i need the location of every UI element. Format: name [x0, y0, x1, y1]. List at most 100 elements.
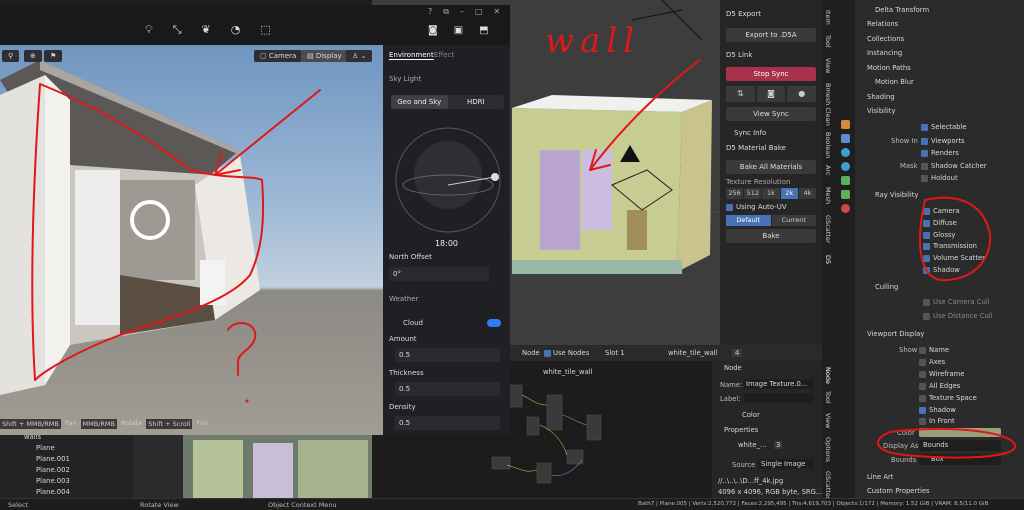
material-users[interactable]: 4	[732, 349, 743, 357]
all-edges-checkbox[interactable]	[919, 383, 926, 390]
arrows-icon[interactable]: ⇅	[726, 86, 755, 102]
node-menu[interactable]: Node	[522, 349, 540, 357]
bake-button[interactable]: Bake	[726, 229, 816, 243]
particles-icon[interactable]	[841, 148, 850, 157]
delta-transform-panel[interactable]: Delta Transform	[875, 6, 929, 14]
tab-mesh[interactable]: Mesh	[824, 187, 832, 204]
minimize-icon[interactable]: –	[460, 7, 464, 17]
selectable-checkbox[interactable]	[921, 124, 928, 131]
physics-icon[interactable]	[841, 162, 850, 171]
wireframe-checkbox[interactable]	[919, 371, 926, 378]
time-icon[interactable]: ◔	[231, 23, 241, 37]
bake-all-button[interactable]: Bake All Materials	[726, 160, 816, 174]
d5-export-header[interactable]: D5 Export	[726, 10, 761, 18]
res-256[interactable]: 256	[726, 188, 744, 199]
auto-uv-checkbox[interactable]	[726, 204, 733, 211]
tab-bmesh-clean[interactable]: Bmesh Clean	[824, 83, 832, 126]
geo-and-sky-option[interactable]: Geo and Sky	[391, 95, 448, 109]
material-bake-header[interactable]: D5 Material Bake	[726, 144, 786, 152]
display-button[interactable]: ▤ Display	[301, 50, 348, 62]
tab-gscatter[interactable]: GScatter	[824, 215, 832, 244]
renders-checkbox[interactable]	[921, 150, 928, 157]
tab-boolean[interactable]: Boolean	[824, 132, 832, 158]
sun-dial[interactable]	[393, 125, 503, 235]
nav-icon[interactable]: ⚲	[2, 50, 20, 62]
sync-info-toggle[interactable]: Sync Info	[734, 129, 766, 137]
bounds-dropdown[interactable]: Box	[919, 454, 1001, 465]
tab-environment[interactable]: Environment	[389, 51, 434, 60]
axes-checkbox[interactable]	[919, 359, 926, 366]
path-icon[interactable]: ⤡	[173, 23, 182, 37]
sky-light-header[interactable]: Sky Light	[389, 75, 421, 83]
display-as-dropdown[interactable]: Bounds	[919, 440, 1001, 451]
restore-icon[interactable]: ⧉	[443, 7, 449, 17]
data-icon[interactable]	[841, 190, 850, 199]
tab-d5[interactable]: D5	[824, 255, 832, 264]
amount-input[interactable]: 0.5	[395, 348, 500, 362]
d5-link-header[interactable]: D5 Link	[726, 51, 752, 59]
cloud-toggle[interactable]	[487, 319, 501, 327]
current-option[interactable]: Current	[771, 215, 816, 226]
name-checkbox[interactable]	[919, 347, 926, 354]
volume-scatter-checkbox[interactable]	[923, 255, 930, 262]
camera-button[interactable]: ▢ Camera	[254, 50, 303, 62]
vd-shadow-checkbox[interactable]	[919, 407, 926, 414]
weather-header[interactable]: Weather	[389, 295, 418, 303]
line-art-panel[interactable]: Line Art	[867, 473, 893, 481]
material-icon[interactable]	[841, 204, 850, 213]
hdri-option[interactable]: HDRI	[448, 95, 505, 109]
res-1k[interactable]: 1k	[762, 188, 780, 199]
visibility-panel[interactable]: Visibility	[867, 107, 896, 115]
camera-icon[interactable]: ◙	[756, 86, 786, 102]
maximize-icon[interactable]: □	[475, 7, 483, 17]
modifier-icon[interactable]	[841, 134, 850, 143]
outliner-plane-004[interactable]: Plane.004	[36, 488, 70, 496]
in-front-checkbox[interactable]	[919, 418, 926, 425]
stop-sync-button[interactable]: Stop Sync	[726, 67, 816, 81]
export-d5a-button[interactable]: Export to .D5A	[726, 28, 816, 42]
use-nodes-checkbox[interactable]	[544, 350, 551, 357]
shadow-ray-checkbox[interactable]	[923, 267, 930, 274]
tab-view[interactable]: View	[824, 58, 832, 73]
tab-node-gscatter[interactable]: GScatter	[824, 471, 832, 500]
transmission-checkbox[interactable]	[923, 243, 930, 250]
render-viewport[interactable]: ▢ Camera ▤ Display ♙ ⌄ ⚲ ⊕ ⚑ Shift + MMB…	[0, 45, 383, 435]
object-props-icon[interactable]	[841, 120, 850, 129]
collections-panel[interactable]: Collections	[867, 35, 904, 43]
camera-cull-checkbox[interactable]	[923, 299, 930, 306]
color-section[interactable]: Color	[742, 411, 760, 419]
cube-icon[interactable]: ⬚	[260, 23, 270, 37]
res-4k[interactable]: 4k	[798, 188, 817, 199]
outliner-plane-002[interactable]: Plane.002	[36, 466, 70, 474]
tab-node[interactable]: Node	[824, 367, 832, 384]
motion-paths-panel[interactable]: Motion Paths	[867, 64, 911, 72]
slot-dropdown[interactable]: Slot 1	[605, 349, 625, 357]
object-color-swatch[interactable]	[919, 428, 1001, 437]
tab-arc[interactable]: Arc	[824, 165, 832, 176]
tab-tool[interactable]: Tool	[824, 35, 832, 48]
outliner-plane-001[interactable]: Plane.001	[36, 455, 70, 463]
image-path[interactable]: //..\..\..\D...ff_4k.jpg	[718, 477, 783, 485]
light-icon[interactable]: ●	[787, 86, 817, 102]
leaf-icon[interactable]: ❦	[202, 23, 211, 37]
texture-space-checkbox[interactable]	[919, 395, 926, 402]
tab-item[interactable]: Item	[824, 10, 832, 25]
secondary-viewport[interactable]	[133, 435, 372, 498]
node-section[interactable]: Node	[724, 364, 742, 372]
ray-visibility-panel[interactable]: Ray Visibility	[875, 191, 918, 199]
thickness-input[interactable]: 0.5	[395, 382, 500, 396]
glossy-checkbox[interactable]	[923, 232, 930, 239]
image-icon[interactable]: ▣	[454, 25, 463, 36]
close-icon[interactable]: ✕	[494, 7, 501, 17]
motion-blur-panel[interactable]: Motion Blur	[875, 78, 914, 86]
map-icon[interactable]: ⚑	[44, 50, 63, 62]
constraints-icon[interactable]	[841, 176, 850, 185]
bulb-icon[interactable]: 💡︎	[145, 23, 153, 37]
shading-panel[interactable]: Shading	[867, 93, 895, 101]
node-label-field[interactable]	[744, 393, 814, 403]
camera-ray-checkbox[interactable]	[923, 208, 930, 215]
material-name[interactable]: white_tile_wall	[668, 349, 718, 357]
view-mode-dropdown[interactable]: ♙ ⌄	[346, 50, 373, 62]
node-name-field[interactable]: Image Texture.0...	[744, 379, 814, 389]
default-option[interactable]: Default	[726, 215, 771, 226]
